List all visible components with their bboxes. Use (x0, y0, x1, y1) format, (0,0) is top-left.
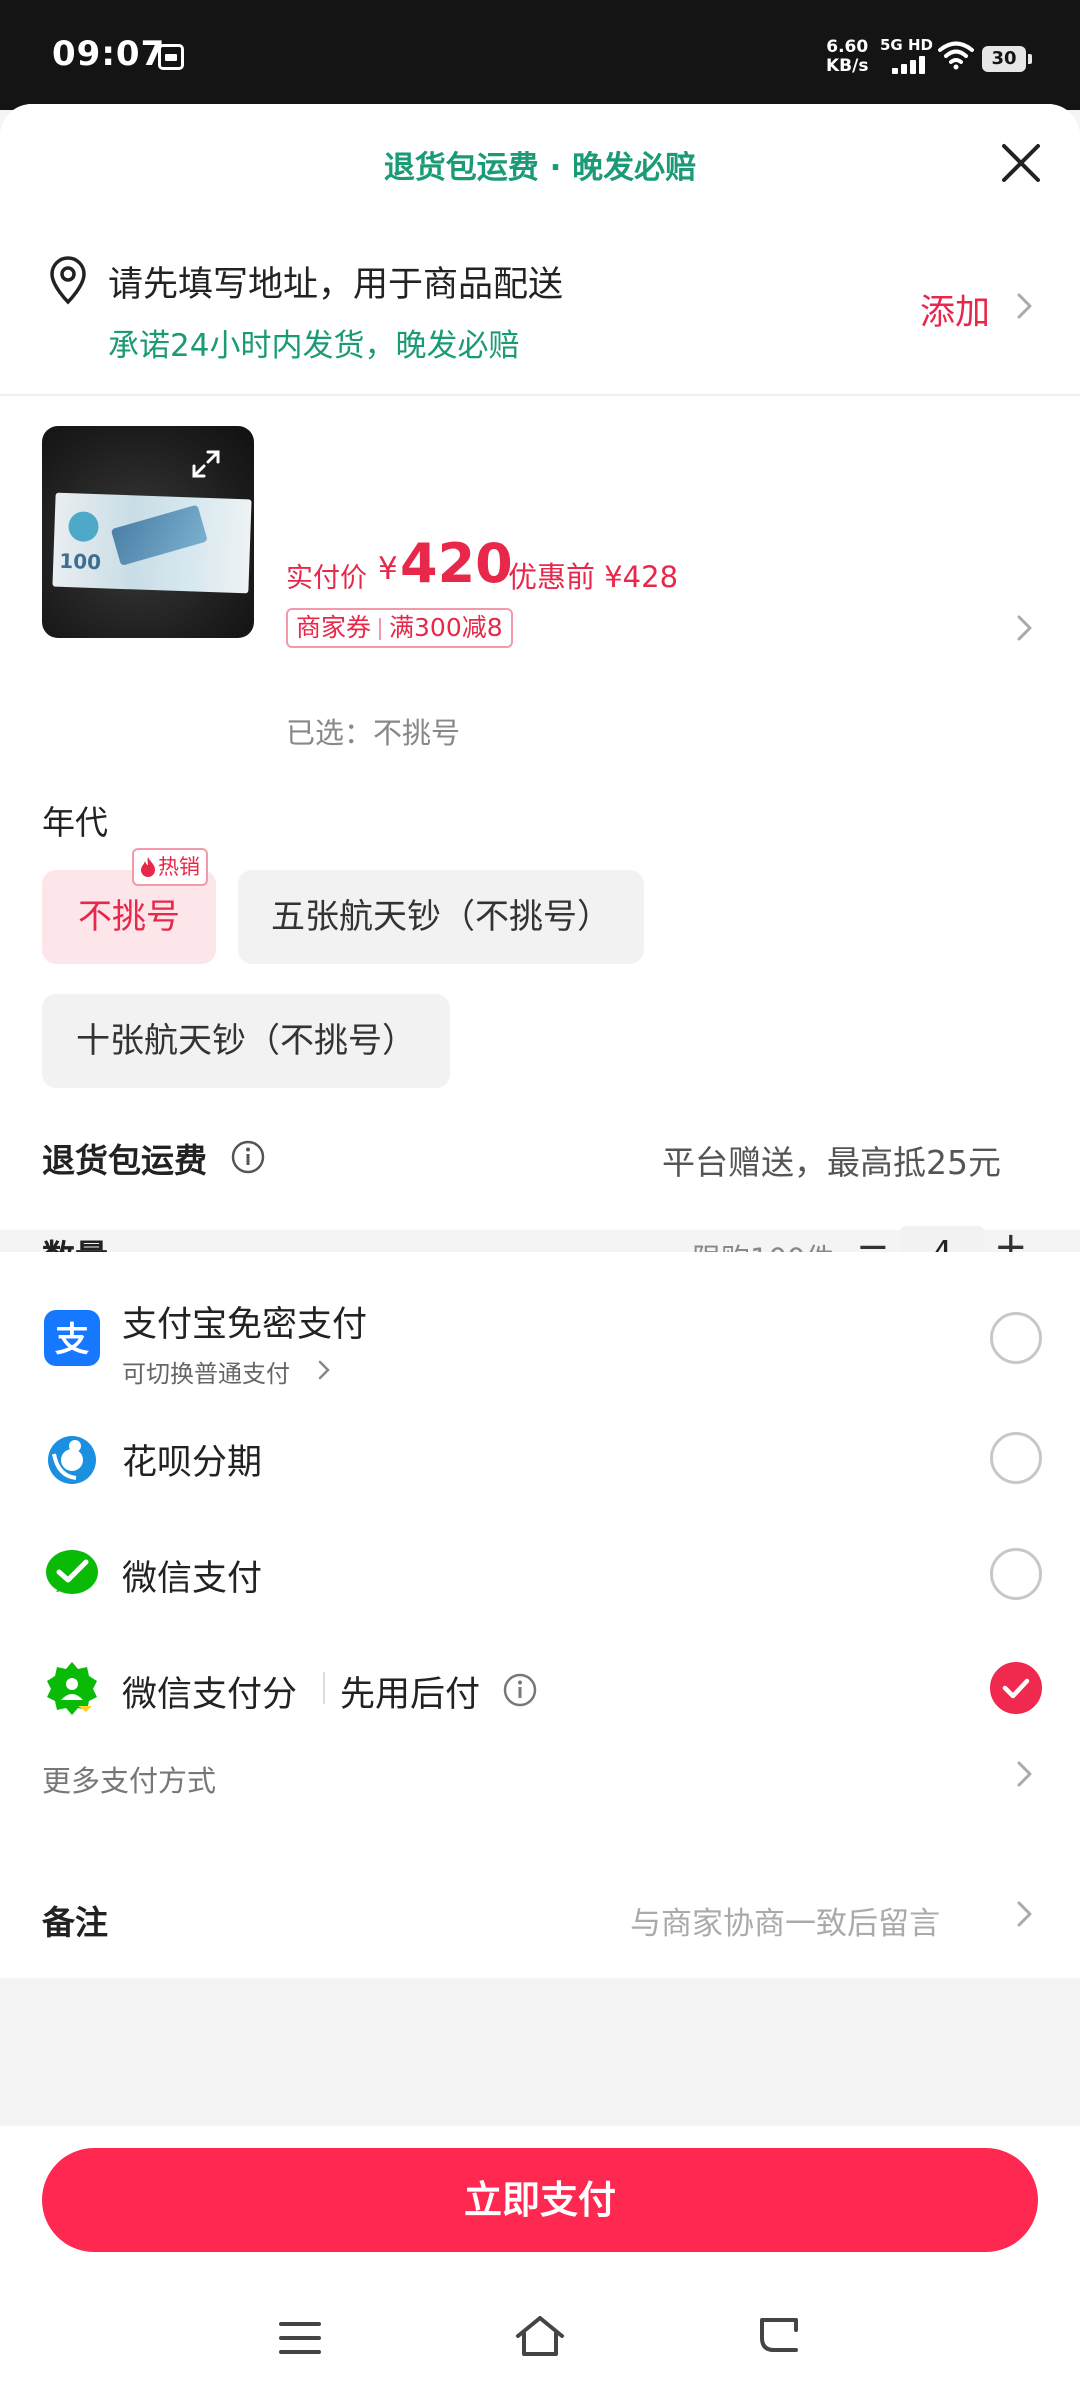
coupon-text: 满300减8 (389, 613, 503, 642)
variant-option[interactable]: 十张航天钞（不挑号） (42, 994, 450, 1088)
network-type: 5G HD (880, 36, 933, 54)
checkout-sheet: 退货包运费 · 晚发必赔 请先填写地址，用于商品配送 承诺24小时内发货，晚发必… (0, 104, 1080, 2400)
variant-section-title: 年代 (42, 803, 108, 842)
svg-text:支: 支 (55, 1320, 89, 1360)
speed-value: 6.60 (826, 37, 869, 57)
hot-badge: 热销 (132, 848, 208, 886)
product-image[interactable]: 100 (42, 426, 254, 638)
shipping-promise: 承诺24小时内发货，晚发必赔 (108, 328, 520, 364)
check-icon (1002, 1678, 1030, 1699)
variant-option[interactable]: 五张航天钞（不挑号） (238, 870, 644, 964)
status-bar: 09:07 6.60 KB/s 5G HD 30 (0, 0, 1080, 110)
battery-icon: 30 (982, 46, 1032, 72)
return-shipping-label: 退货包运费 (42, 1141, 207, 1180)
coupon-tag: 商家券 (296, 613, 372, 642)
divider (0, 394, 1080, 396)
info-icon[interactable] (502, 1672, 538, 1708)
wechat-payscore-icon (47, 1662, 97, 1715)
radio-alipay[interactable] (990, 1312, 1042, 1364)
location-pin-icon (50, 256, 86, 305)
back-icon[interactable] (756, 2316, 802, 2356)
currency-symbol: ¥ (378, 551, 398, 587)
expand-icon[interactable] (190, 448, 222, 480)
system-navigation-bar (0, 2270, 1080, 2400)
payment-option-label[interactable]: 花呗分期 (122, 1434, 262, 1485)
chevron-right-icon[interactable] (1016, 1760, 1034, 1788)
actual-price-label: 实付价 (286, 563, 367, 594)
hot-badge-label: 热销 (158, 855, 200, 879)
switch-payment-link[interactable]: 可切换普通支付 (122, 1354, 290, 1389)
radio-wechat-payscore[interactable] (990, 1662, 1042, 1714)
chevron-right-icon (1017, 293, 1032, 319)
info-icon[interactable] (230, 1139, 266, 1175)
speed-unit: KB/s (826, 56, 869, 76)
payment-option-label[interactable]: 微信支付分 (122, 1666, 297, 1717)
divider (323, 1672, 325, 1704)
sheet-title: 退货包运费 · 晚发必赔 (383, 150, 697, 186)
network-speed: 6.60 KB/s (826, 38, 868, 76)
chevron-right-icon[interactable] (1016, 614, 1034, 642)
add-address-button[interactable]: 添加 (920, 284, 990, 335)
coupon-badge: 商家券 满300减8 (286, 608, 513, 648)
huabei-icon (48, 1436, 96, 1484)
return-shipping-value: 平台赠送，最高抵25元 (662, 1143, 1001, 1182)
pay-later-label: 先用后付 (340, 1675, 481, 1715)
close-icon[interactable] (998, 140, 1044, 186)
remark-label: 备注 (42, 1903, 108, 1942)
more-payment-link[interactable]: 更多支付方式 (42, 1758, 216, 1800)
status-time: 09:07 (52, 34, 166, 74)
remark-input[interactable]: 与商家协商一致后留言 (630, 1898, 940, 1943)
signal-icon (892, 56, 930, 74)
original-price: 优惠前 ¥428 (508, 560, 679, 594)
payment-option-label[interactable]: 微信支付 (122, 1550, 262, 1601)
home-icon[interactable] (514, 2314, 566, 2358)
wechat-pay-icon (46, 1550, 98, 1594)
payment-option-label[interactable]: 支付宝免密支付 (122, 1296, 367, 1347)
banknote-illustration: 100 (52, 492, 252, 594)
alipay-icon: 支 (44, 1310, 100, 1366)
notification-icon (158, 44, 184, 70)
radio-wechat-pay[interactable] (990, 1548, 1042, 1600)
selected-variant: 已选：不挑号 (286, 716, 461, 750)
chevron-right-icon[interactable] (1016, 1900, 1034, 1928)
address-prompt[interactable]: 请先填写地址，用于商品配送 (108, 256, 563, 307)
actual-price: 420 (400, 532, 513, 595)
wifi-icon (938, 41, 974, 70)
radio-huabei[interactable] (990, 1432, 1042, 1484)
menu-icon[interactable] (278, 2320, 322, 2356)
flame-icon (141, 857, 155, 877)
pay-now-button[interactable]: 立即支付 (42, 2148, 1038, 2252)
chevron-right-icon (318, 1360, 330, 1380)
